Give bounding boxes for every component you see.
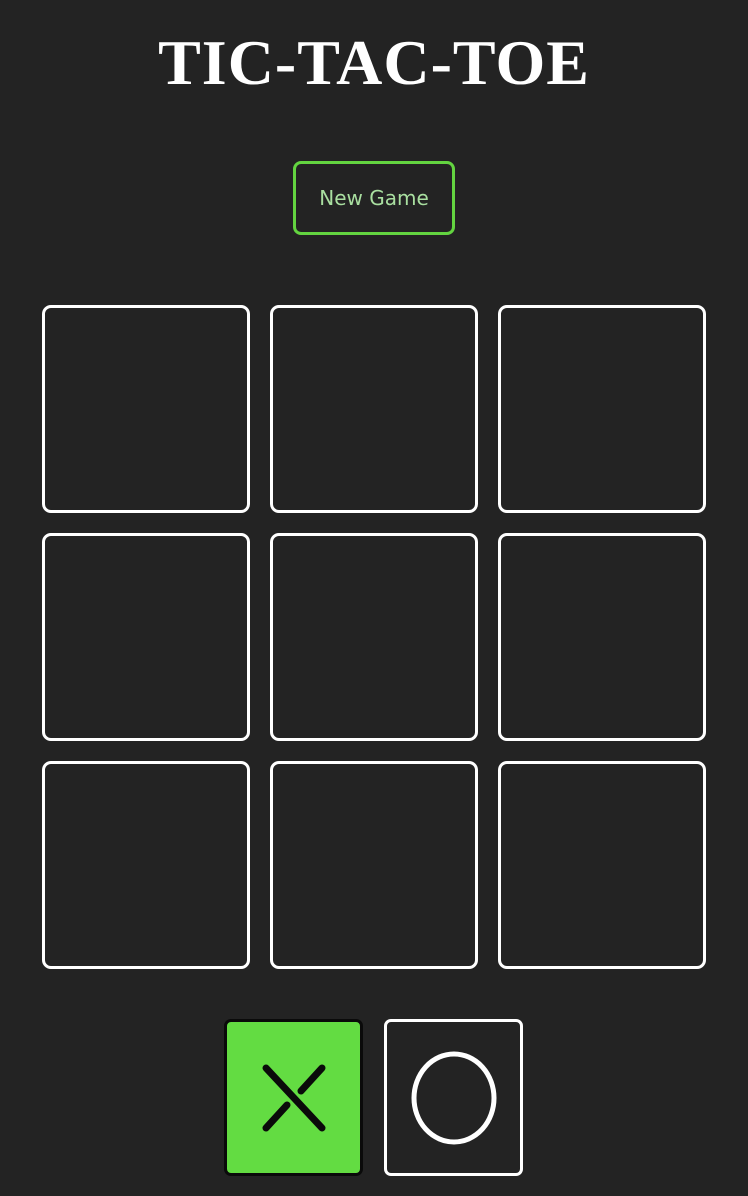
player-x-button[interactable]	[224, 1019, 363, 1176]
board-cell-8[interactable]	[270, 761, 478, 969]
board-cell-9[interactable]	[498, 761, 706, 969]
board-cell-7[interactable]	[42, 761, 250, 969]
x-icon	[262, 1064, 325, 1131]
game-board	[42, 305, 706, 969]
board-cell-3[interactable]	[498, 305, 706, 513]
board-cell-6[interactable]	[498, 533, 706, 741]
player-o-button[interactable]	[384, 1019, 523, 1176]
page-title: TIC-TAC-TOE	[158, 27, 590, 98]
o-icon	[411, 1051, 496, 1144]
board-cell-2[interactable]	[270, 305, 478, 513]
new-game-button[interactable]: New Game	[293, 161, 455, 235]
board-cell-5[interactable]	[270, 533, 478, 741]
board-cell-1[interactable]	[42, 305, 250, 513]
board-cell-4[interactable]	[42, 533, 250, 741]
